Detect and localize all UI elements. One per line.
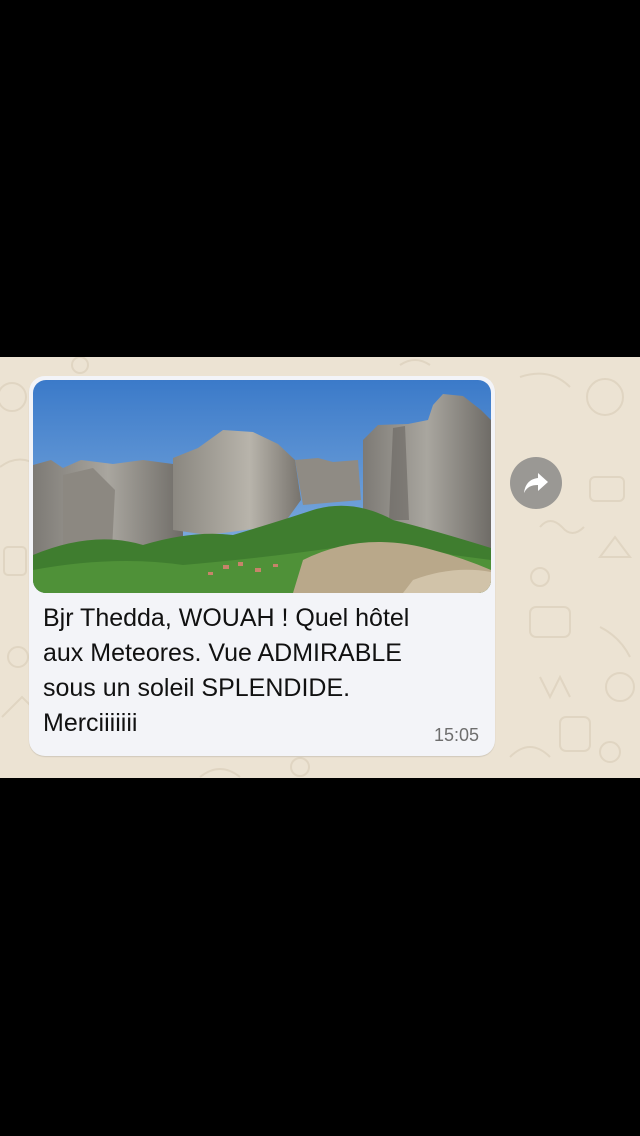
- message-bubble[interactable]: Bjr Thedda, WOUAH ! Quel hôtel aux Meteo…: [29, 376, 495, 756]
- message-text: Bjr Thedda, WOUAH ! Quel hôtel aux Meteo…: [43, 604, 410, 737]
- chat-area: Bjr Thedda, WOUAH ! Quel hôtel aux Meteo…: [0, 357, 640, 778]
- letterbox-bottom: [0, 778, 640, 1136]
- forward-button[interactable]: [510, 457, 562, 509]
- meteora-landscape-image: [33, 380, 491, 593]
- message-timestamp: 15:05: [433, 725, 479, 745]
- message-photo[interactable]: [33, 380, 491, 593]
- forward-arrow-icon: [524, 473, 548, 493]
- letterbox-top: [0, 0, 640, 357]
